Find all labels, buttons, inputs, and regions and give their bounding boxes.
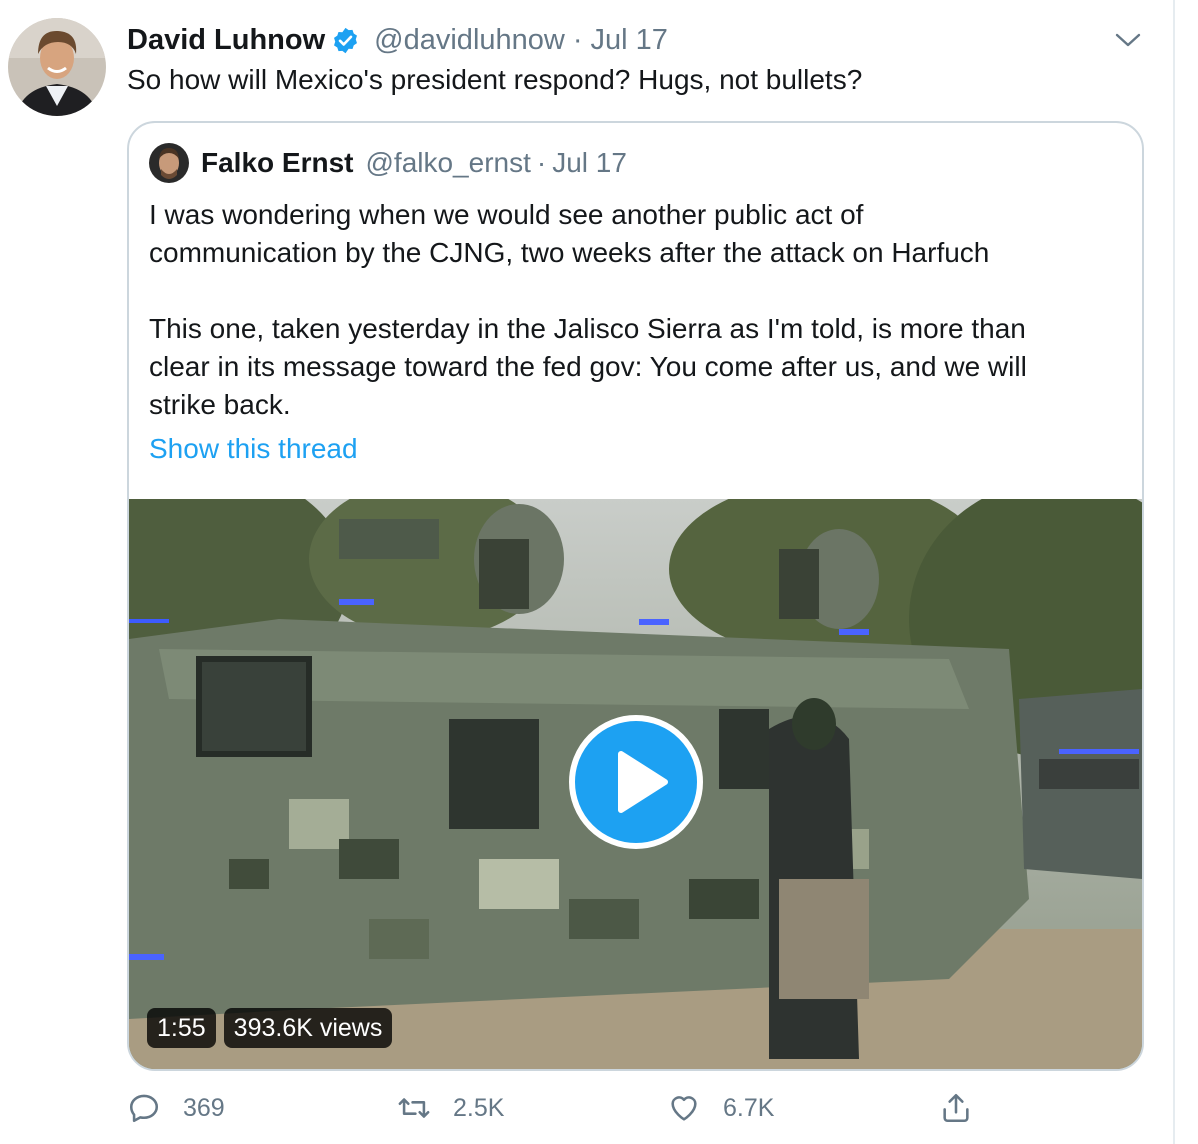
like-count: 6.7K <box>723 1093 775 1122</box>
play-button[interactable] <box>569 715 703 849</box>
show-thread-link[interactable]: Show this thread <box>149 433 358 465</box>
share-icon <box>943 1093 969 1123</box>
quoted-author-avatar <box>149 143 189 183</box>
tweet-date[interactable]: Jul 17 <box>591 24 668 57</box>
quoted-tweet-header: Falko Ernst @falko_ernst · Jul 17 <box>149 143 627 183</box>
tweet-header: David Luhnow @davidluhnow · Jul 17 <box>127 22 668 58</box>
author-display-name[interactable]: David Luhnow <box>127 24 325 57</box>
tweet-text: So how will Mexico's president respond? … <box>127 64 863 95</box>
author-avatar[interactable] <box>8 18 106 116</box>
reply-count: 369 <box>183 1093 225 1122</box>
quoted-author-display-name[interactable]: Falko Ernst <box>201 147 353 179</box>
video-player[interactable]: 1:55 393.6K views <box>129 499 1142 1069</box>
author-handle[interactable]: @davidluhnow <box>374 24 565 57</box>
video-stats: 1:55 393.6K views <box>147 1008 393 1048</box>
video-duration: 1:55 <box>147 1008 216 1048</box>
quoted-tweet-paragraph-2: This one, taken yesterday in the Jalisco… <box>149 313 1027 420</box>
reply-button[interactable]: 369 <box>127 1086 225 1130</box>
quoted-tweet-paragraph-1: I was wondering when we would see anothe… <box>149 199 990 268</box>
quoted-author-handle[interactable]: @falko_ernst <box>365 147 530 179</box>
quoted-header-separator: · <box>536 147 547 178</box>
chevron-down-icon[interactable] <box>1114 28 1142 52</box>
play-icon <box>618 751 668 813</box>
quoted-tweet[interactable]: Falko Ernst @falko_ernst · Jul 17 I was … <box>127 121 1144 1071</box>
share-button[interactable] <box>939 1086 995 1130</box>
tweet-actions: 369 2.5K 6.7K <box>127 1086 987 1130</box>
header-separator: · <box>572 23 583 56</box>
verified-badge-icon <box>331 26 360 55</box>
retweet-count: 2.5K <box>453 1093 505 1122</box>
tweet[interactable]: David Luhnow @davidluhnow · Jul 17 So ho… <box>0 0 1198 1144</box>
heart-icon <box>671 1096 697 1121</box>
video-views: 393.6K views <box>223 1008 393 1048</box>
reply-icon <box>129 1094 159 1123</box>
timeline-border <box>1173 0 1175 1144</box>
quoted-tweet-date: Jul 17 <box>552 147 627 178</box>
retweet-button[interactable]: 2.5K <box>397 1086 504 1130</box>
like-button[interactable]: 6.7K <box>667 1086 774 1130</box>
retweet-icon <box>398 1098 430 1118</box>
